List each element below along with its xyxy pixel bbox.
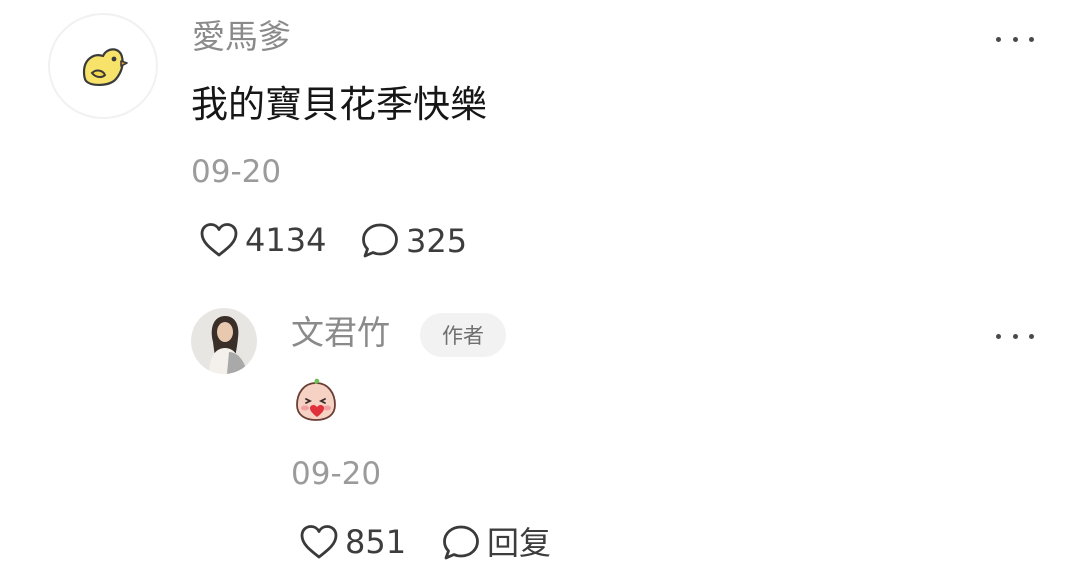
comment-more-button[interactable]: [996, 33, 1034, 45]
yellow-chick-icon: [82, 48, 128, 86]
more-dots-icon: [996, 333, 1001, 339]
heart-icon: [300, 525, 338, 559]
reply-more-button[interactable]: [996, 330, 1034, 342]
speech-bubble-icon: [362, 223, 398, 258]
comment-reply-count: 325: [406, 222, 468, 260]
reply-reply-label: 回复: [487, 524, 552, 562]
comment-text: 我的寶貝花季快樂: [191, 83, 487, 126]
commenter-username[interactable]: 愛馬爹: [192, 20, 291, 53]
more-dots-icon: [996, 36, 1001, 42]
comment-like-button[interactable]: 4134: [199, 222, 326, 258]
blushing-face-sticker: [293, 377, 339, 423]
commenter-avatar[interactable]: [48, 13, 158, 119]
author-badge: 作者: [420, 313, 506, 357]
author-photo: [191, 308, 257, 374]
reply-username[interactable]: 文君竹: [291, 316, 390, 349]
reply-author-avatar[interactable]: [191, 308, 257, 374]
reply-reply-button[interactable]: 回复: [441, 524, 551, 562]
reply-date: 09-20: [291, 456, 382, 492]
reply-like-button[interactable]: 851: [299, 524, 406, 560]
heart-icon: [200, 223, 238, 257]
speech-bubble-icon: [443, 525, 479, 560]
comment-date: 09-20: [191, 154, 282, 190]
reply-like-count: 851: [345, 523, 407, 561]
comment-reply-count-button[interactable]: 325: [360, 222, 467, 260]
comment-like-count: 4134: [245, 221, 327, 259]
